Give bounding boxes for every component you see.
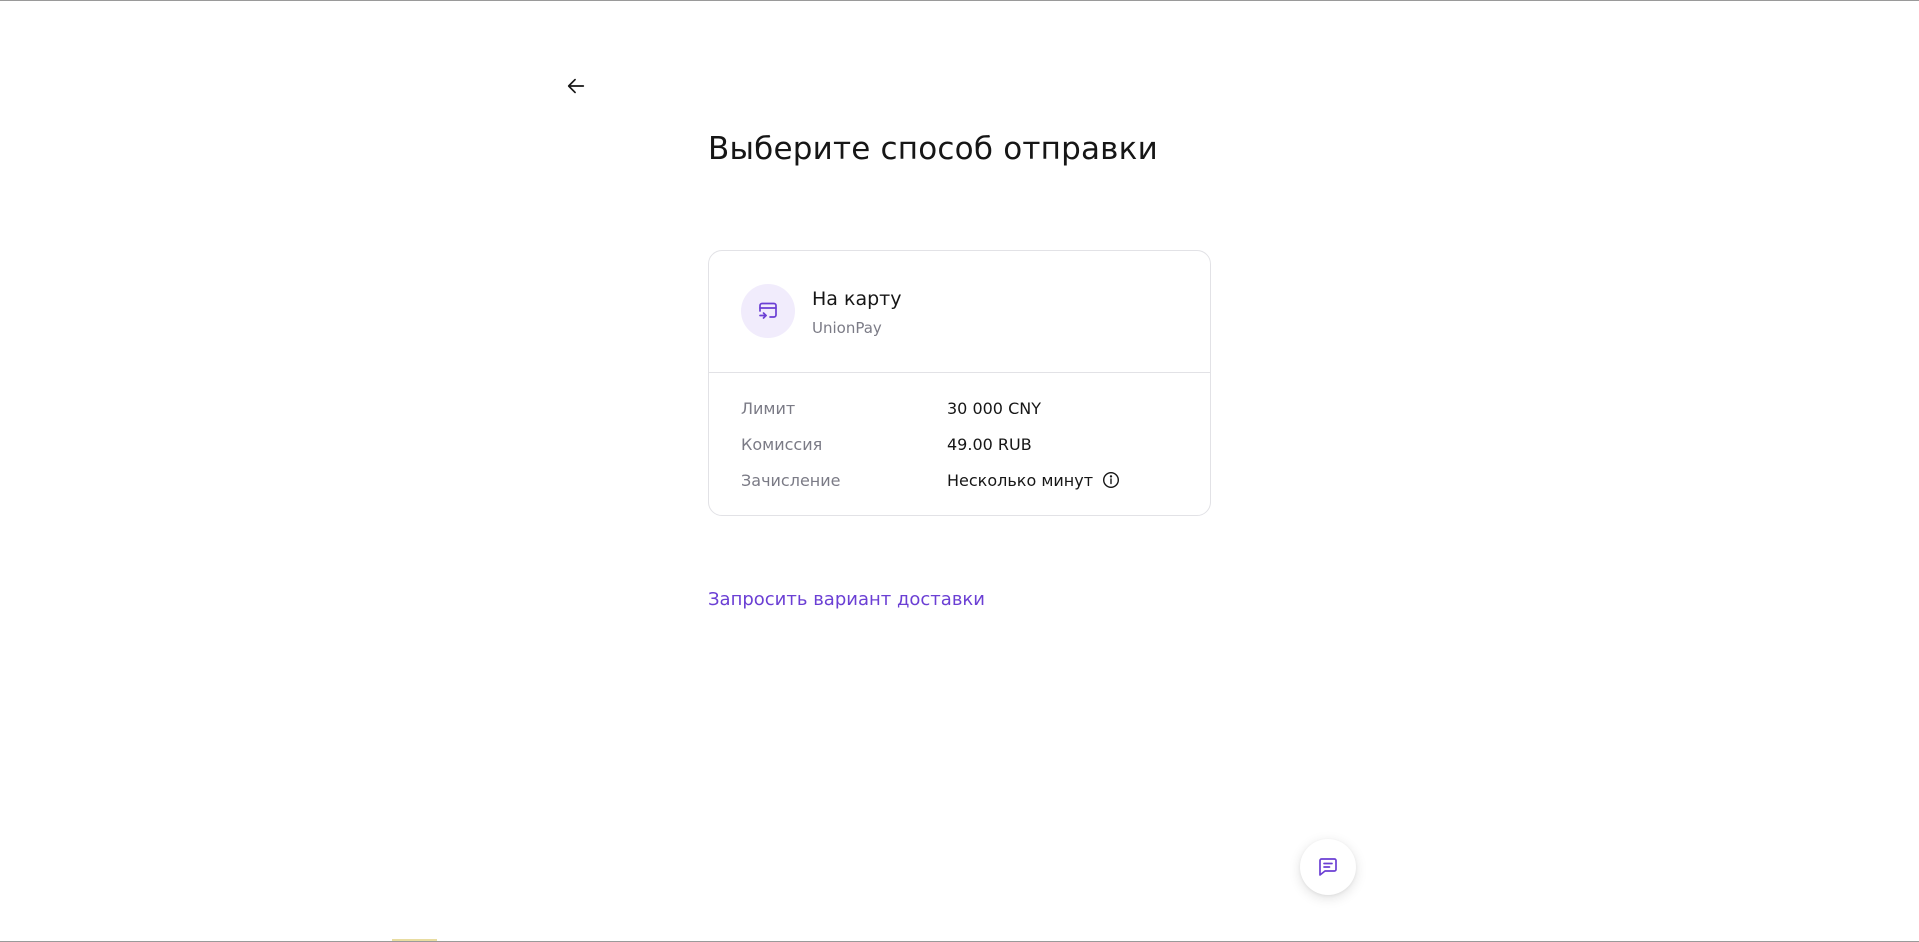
method-title: На карту	[812, 288, 902, 310]
method-card-header: На карту UnionPay	[709, 251, 1210, 373]
method-icon-wrapper	[741, 284, 795, 338]
detail-row-limit: Лимит 30 000 CNY	[741, 396, 1190, 420]
detail-label: Лимит	[741, 398, 796, 418]
detail-value: 30 000 CNY	[947, 399, 1041, 418]
info-icon[interactable]	[1102, 471, 1120, 489]
card-transfer-icon	[759, 302, 777, 319]
back-button[interactable]	[557, 70, 595, 102]
method-card-card[interactable]: На карту UnionPay Лимит 30 000 CNY Комис…	[708, 250, 1211, 516]
detail-value-text: 49.00 RUB	[947, 434, 1032, 454]
chat-button[interactable]	[1300, 839, 1356, 895]
bottom-edge-marker	[392, 939, 437, 941]
detail-value: Несколько минут	[947, 471, 1120, 490]
detail-row-crediting: Зачисление Несколько минут	[741, 468, 1190, 492]
arrow-left-icon	[567, 78, 585, 94]
page: Выберите способ отправки На карту UnionP…	[0, 0, 1919, 942]
detail-label: Зачисление	[741, 470, 841, 490]
detail-value-text: 30 000 CNY	[947, 398, 1041, 418]
method-subtitle: UnionPay	[812, 319, 882, 337]
detail-label: Комиссия	[741, 434, 823, 454]
chat-icon	[1319, 858, 1337, 876]
detail-row-commission: Комиссия 49.00 RUB	[741, 432, 1190, 456]
page-title: Выберите способ отправки	[708, 131, 1158, 167]
detail-value: 49.00 RUB	[947, 435, 1032, 454]
request-delivery-option-link[interactable]: Запросить вариант доставки	[708, 589, 985, 610]
detail-value-text: Несколько минут	[947, 470, 1094, 490]
